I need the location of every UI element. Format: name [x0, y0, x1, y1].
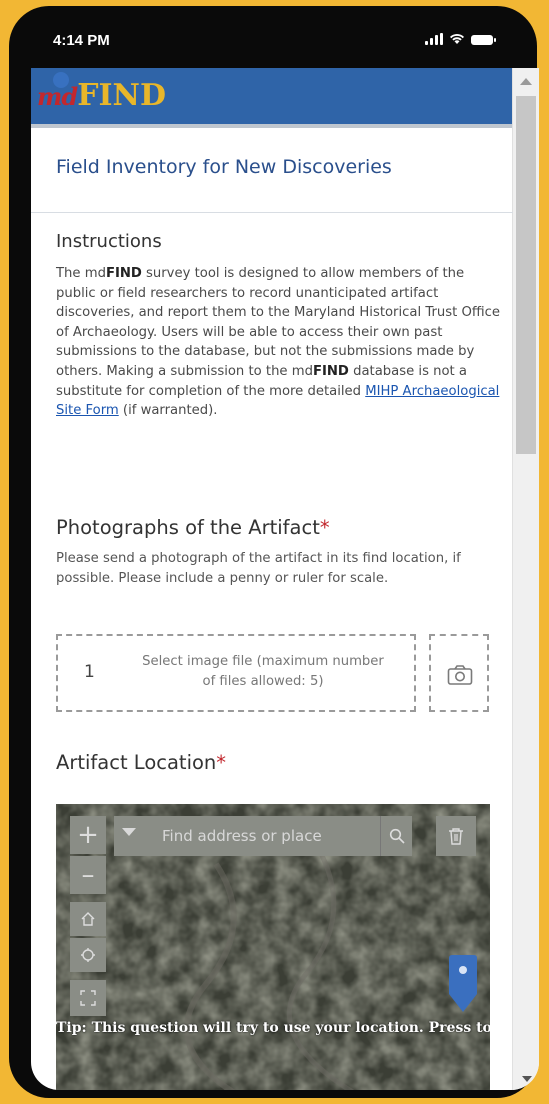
map-search: [114, 816, 412, 856]
logo-suffix: FIND: [77, 78, 166, 113]
clear-location-button[interactable]: [436, 816, 476, 856]
fullscreen-button[interactable]: [70, 980, 106, 1016]
trash-icon: [449, 828, 463, 845]
scrollbar-thumb[interactable]: [516, 96, 536, 454]
location-map[interactable]: + – Find address or place Tip: This ques…: [56, 804, 490, 1090]
location-heading: Artifact Location*: [56, 751, 227, 774]
photos-description: Please send a photograph of the artifact…: [56, 551, 461, 586]
required-asterisk: *: [319, 516, 330, 539]
zoom-out-button[interactable]: –: [70, 856, 106, 894]
status-icons: [425, 33, 496, 45]
signal-icon: [425, 33, 443, 45]
status-time: 4:14 PM: [53, 32, 110, 49]
home-icon: [81, 912, 95, 926]
scroll-up-arrow-icon[interactable]: [520, 78, 532, 85]
map-search-input[interactable]: [154, 816, 379, 856]
location-pin-icon[interactable]: [446, 954, 480, 1014]
zoom-in-button[interactable]: +: [70, 816, 106, 854]
map-search-button[interactable]: [380, 816, 413, 856]
scrollbar[interactable]: [512, 68, 539, 1090]
battery-icon: [471, 35, 496, 45]
search-dropdown-icon[interactable]: [122, 828, 136, 836]
camera-button[interactable]: [429, 634, 489, 712]
wifi-icon: [450, 33, 464, 44]
locate-button[interactable]: [70, 938, 106, 972]
header-banner: md FIND: [31, 68, 513, 128]
upload-count: 1: [84, 662, 95, 682]
required-asterisk: *: [216, 751, 227, 774]
home-button[interactable]: [70, 902, 106, 936]
status-bar: 4:14 PM: [9, 6, 537, 64]
upload-hint: Select image file (maximum number of fil…: [142, 654, 384, 689]
app-screen: md FIND Field Inventory for New Discover…: [31, 68, 539, 1090]
search-icon: [389, 828, 405, 844]
location-tip: Tip: This question will try to use your …: [56, 1020, 490, 1036]
form-title: Field Inventory for New Discoveries: [56, 156, 392, 178]
mdfind-logo: md FIND: [37, 72, 166, 113]
scroll-down-arrow-icon[interactable]: [522, 1076, 532, 1082]
title-divider: [31, 212, 513, 213]
locate-icon: [81, 948, 95, 962]
photos-heading: Photographs of the Artifact*: [56, 516, 330, 539]
phone-frame: 4:14 PM md FIND Field Inventory for New …: [9, 6, 539, 1098]
camera-icon: [447, 665, 473, 685]
instructions-heading: Instructions: [56, 231, 162, 252]
fullscreen-icon: [80, 990, 96, 1006]
instructions-text: The mdFIND survey tool is designed to al…: [56, 266, 500, 419]
logo-dot-icon: [53, 72, 69, 88]
image-upload-dropzone[interactable]: 1 Select image file (maximum number of f…: [56, 634, 416, 712]
